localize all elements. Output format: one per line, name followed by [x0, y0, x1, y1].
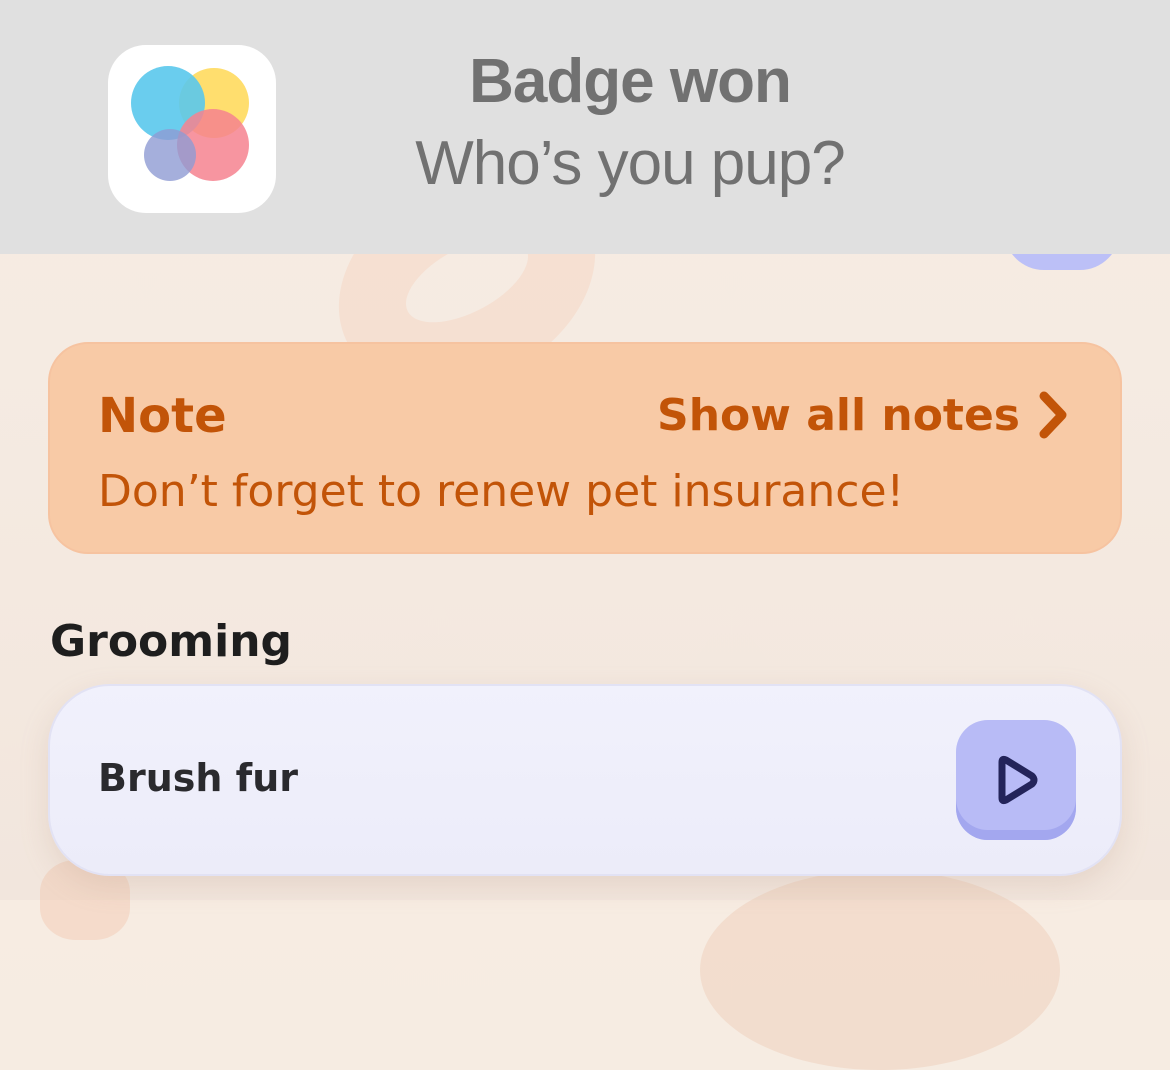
show-all-notes-label: Show all notes — [657, 389, 1020, 441]
banner-subtitle: Who’s you pup? — [415, 129, 845, 198]
section-title-grooming: Grooming — [50, 616, 293, 667]
note-text: Don’t forget to renew pet insurance! — [98, 466, 905, 517]
note-card: Note Show all notes Don’t forget to rene… — [48, 342, 1122, 554]
chevron-right-icon — [1038, 390, 1068, 440]
start-task-button[interactable] — [956, 720, 1076, 840]
task-label: Brush fur — [98, 756, 298, 800]
play-icon — [998, 755, 1038, 805]
show-all-notes-link[interactable]: Show all notes — [657, 386, 1068, 444]
note-title: Note — [98, 388, 227, 444]
overlapping-circles-icon — [108, 45, 276, 213]
background-blob-decoration — [700, 870, 1060, 1070]
banner-title: Badge won — [469, 47, 792, 116]
task-card[interactable]: Brush fur — [48, 684, 1122, 876]
notification-banner[interactable]: Badge won Who’s you pup? — [0, 0, 1170, 254]
